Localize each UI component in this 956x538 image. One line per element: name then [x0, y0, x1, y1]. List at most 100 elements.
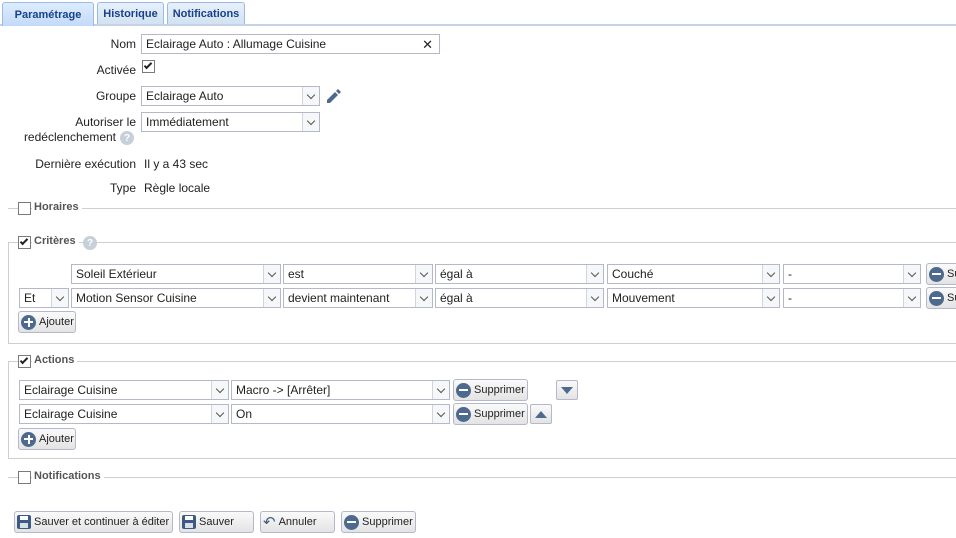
undo-icon: ↶ — [263, 513, 276, 531]
critere-delete-label: Su — [947, 292, 956, 304]
delete-label: Supprimer — [362, 516, 413, 528]
autoriser-label: Autoriser le redéclenchement — [0, 115, 136, 145]
nom-label: Nom — [110, 37, 136, 51]
critere-operator-value: devient maintenant — [288, 291, 390, 305]
chevron-down-icon[interactable] — [762, 265, 779, 283]
clear-icon[interactable]: ✕ — [422, 37, 433, 53]
action-device-value: Eclairage Cuisine — [24, 383, 118, 397]
help-icon[interactable]: ? — [120, 131, 134, 145]
save-continue-button[interactable]: Sauver et continuer à éditer — [14, 511, 173, 533]
actions-add-label: Ajouter — [39, 433, 74, 445]
action-device-select[interactable]: Eclairage Cuisine — [19, 380, 229, 400]
action-command-select[interactable]: On — [231, 404, 450, 424]
arrow-up-icon — [535, 410, 547, 418]
save-icon — [17, 515, 31, 529]
action-command-value: Macro -> [Arrêter] — [236, 383, 331, 397]
critere-extra-select[interactable]: - — [783, 264, 921, 284]
critere-delete-label: Su — [947, 268, 956, 280]
derniere-execution-label: Dernière exécution — [35, 157, 136, 171]
type-value: Règle locale — [144, 181, 211, 195]
minus-icon — [456, 406, 471, 422]
save-button[interactable]: Sauver — [179, 511, 254, 533]
chevron-down-icon[interactable] — [432, 381, 449, 399]
critere-operator-select[interactable]: devient maintenant — [283, 288, 433, 308]
delete-button[interactable]: Supprimer — [341, 511, 416, 533]
notifications-legend: Notifications — [32, 470, 104, 482]
action-delete-button[interactable]: Supprimer — [453, 379, 528, 401]
tab-bar: Paramétrage Historique Notifications — [0, 0, 956, 26]
action-device-select[interactable]: Eclairage Cuisine — [19, 404, 229, 424]
chevron-down-icon[interactable] — [762, 289, 779, 307]
chevron-down-icon[interactable] — [432, 405, 449, 423]
activee-checkbox[interactable] — [142, 60, 155, 73]
cancel-label: Annuler — [278, 516, 317, 528]
tab-historique[interactable]: Historique — [97, 2, 164, 24]
criteres-legend: Critères — [32, 235, 79, 247]
chevron-down-icon[interactable] — [263, 265, 280, 283]
critere-device-select[interactable]: Motion Sensor Cuisine — [71, 288, 281, 308]
chevron-down-icon[interactable] — [586, 289, 603, 307]
critere-delete-button[interactable]: Su — [926, 287, 956, 309]
autoriser-value: Immédiatement — [146, 115, 229, 129]
criteres-checkbox[interactable] — [18, 236, 31, 249]
chevron-down-icon[interactable] — [415, 289, 432, 307]
actions-checkbox[interactable] — [18, 355, 31, 368]
cancel-button[interactable]: ↶ Annuler — [260, 511, 335, 533]
move-down-button[interactable] — [556, 380, 578, 400]
chevron-down-icon[interactable] — [302, 113, 319, 131]
chevron-down-icon[interactable] — [586, 265, 603, 283]
tab-parametrage[interactable]: Paramétrage — [2, 2, 94, 26]
critere-extra-select[interactable]: - — [783, 288, 921, 308]
action-command-select[interactable]: Macro -> [Arrêter] — [231, 380, 450, 400]
critere-value: Couché — [612, 267, 654, 281]
notifications-checkbox[interactable] — [18, 471, 31, 484]
critere-compare-select[interactable]: égal à — [435, 264, 604, 284]
groupe-select[interactable]: Eclairage Auto — [141, 86, 320, 106]
autoriser-select[interactable]: Immédiatement — [141, 112, 320, 132]
activee-label: Activée — [96, 63, 136, 77]
critere-conjunction-value: Et — [24, 291, 36, 305]
critere-device-value: Soleil Extérieur — [76, 267, 157, 281]
move-up-button[interactable] — [530, 404, 552, 424]
chevron-down-icon[interactable] — [211, 405, 228, 423]
critere-device-select[interactable]: Soleil Extérieur — [71, 264, 281, 284]
save-icon — [182, 515, 196, 529]
critere-operator-value: est — [288, 267, 305, 281]
horaires-divider — [8, 208, 956, 209]
chevron-down-icon[interactable] — [903, 289, 920, 307]
critere-operator-select[interactable]: est — [283, 264, 433, 284]
critere-compare-value: égal à — [440, 267, 473, 281]
nom-value: Eclairage Auto : Allumage Cuisine — [146, 37, 327, 51]
critere-compare-select[interactable]: égal à — [435, 288, 604, 308]
notifications-divider — [8, 477, 956, 478]
nom-input[interactable]: Eclairage Auto : Allumage Cuisine ✕ — [141, 34, 440, 54]
chevron-down-icon[interactable] — [263, 289, 280, 307]
critere-value-select[interactable]: Couché — [607, 264, 780, 284]
chevron-down-icon[interactable] — [51, 289, 68, 307]
action-delete-button[interactable]: Supprimer — [453, 403, 528, 425]
critere-extra-value: - — [788, 267, 792, 281]
groupe-value: Eclairage Auto — [146, 89, 224, 103]
autoriser-label-line1: Autoriser le — [75, 115, 136, 129]
minus-icon — [929, 266, 944, 282]
action-delete-label: Supprimer — [474, 408, 525, 420]
pencil-icon[interactable] — [324, 87, 342, 105]
chevron-down-icon[interactable] — [415, 265, 432, 283]
horaires-legend: Horaires — [32, 201, 82, 213]
minus-icon — [929, 290, 944, 306]
horaires-checkbox[interactable] — [18, 202, 31, 215]
tab-notifications[interactable]: Notifications — [167, 2, 245, 24]
save-label: Sauver — [199, 516, 234, 528]
chevron-down-icon[interactable] — [302, 87, 319, 105]
critere-delete-button[interactable]: Su — [926, 263, 956, 285]
critere-value-select[interactable]: Mouvement — [607, 288, 780, 308]
criteres-add-button[interactable]: Ajouter — [18, 311, 76, 333]
help-icon[interactable]: ? — [83, 236, 97, 250]
action-command-value: On — [236, 407, 253, 421]
critere-conjunction-select[interactable]: Et — [19, 288, 69, 308]
actions-add-button[interactable]: Ajouter — [18, 428, 76, 450]
chevron-down-icon[interactable] — [903, 265, 920, 283]
plus-icon — [21, 314, 36, 330]
critere-extra-value: - — [788, 291, 792, 305]
chevron-down-icon[interactable] — [211, 381, 228, 399]
